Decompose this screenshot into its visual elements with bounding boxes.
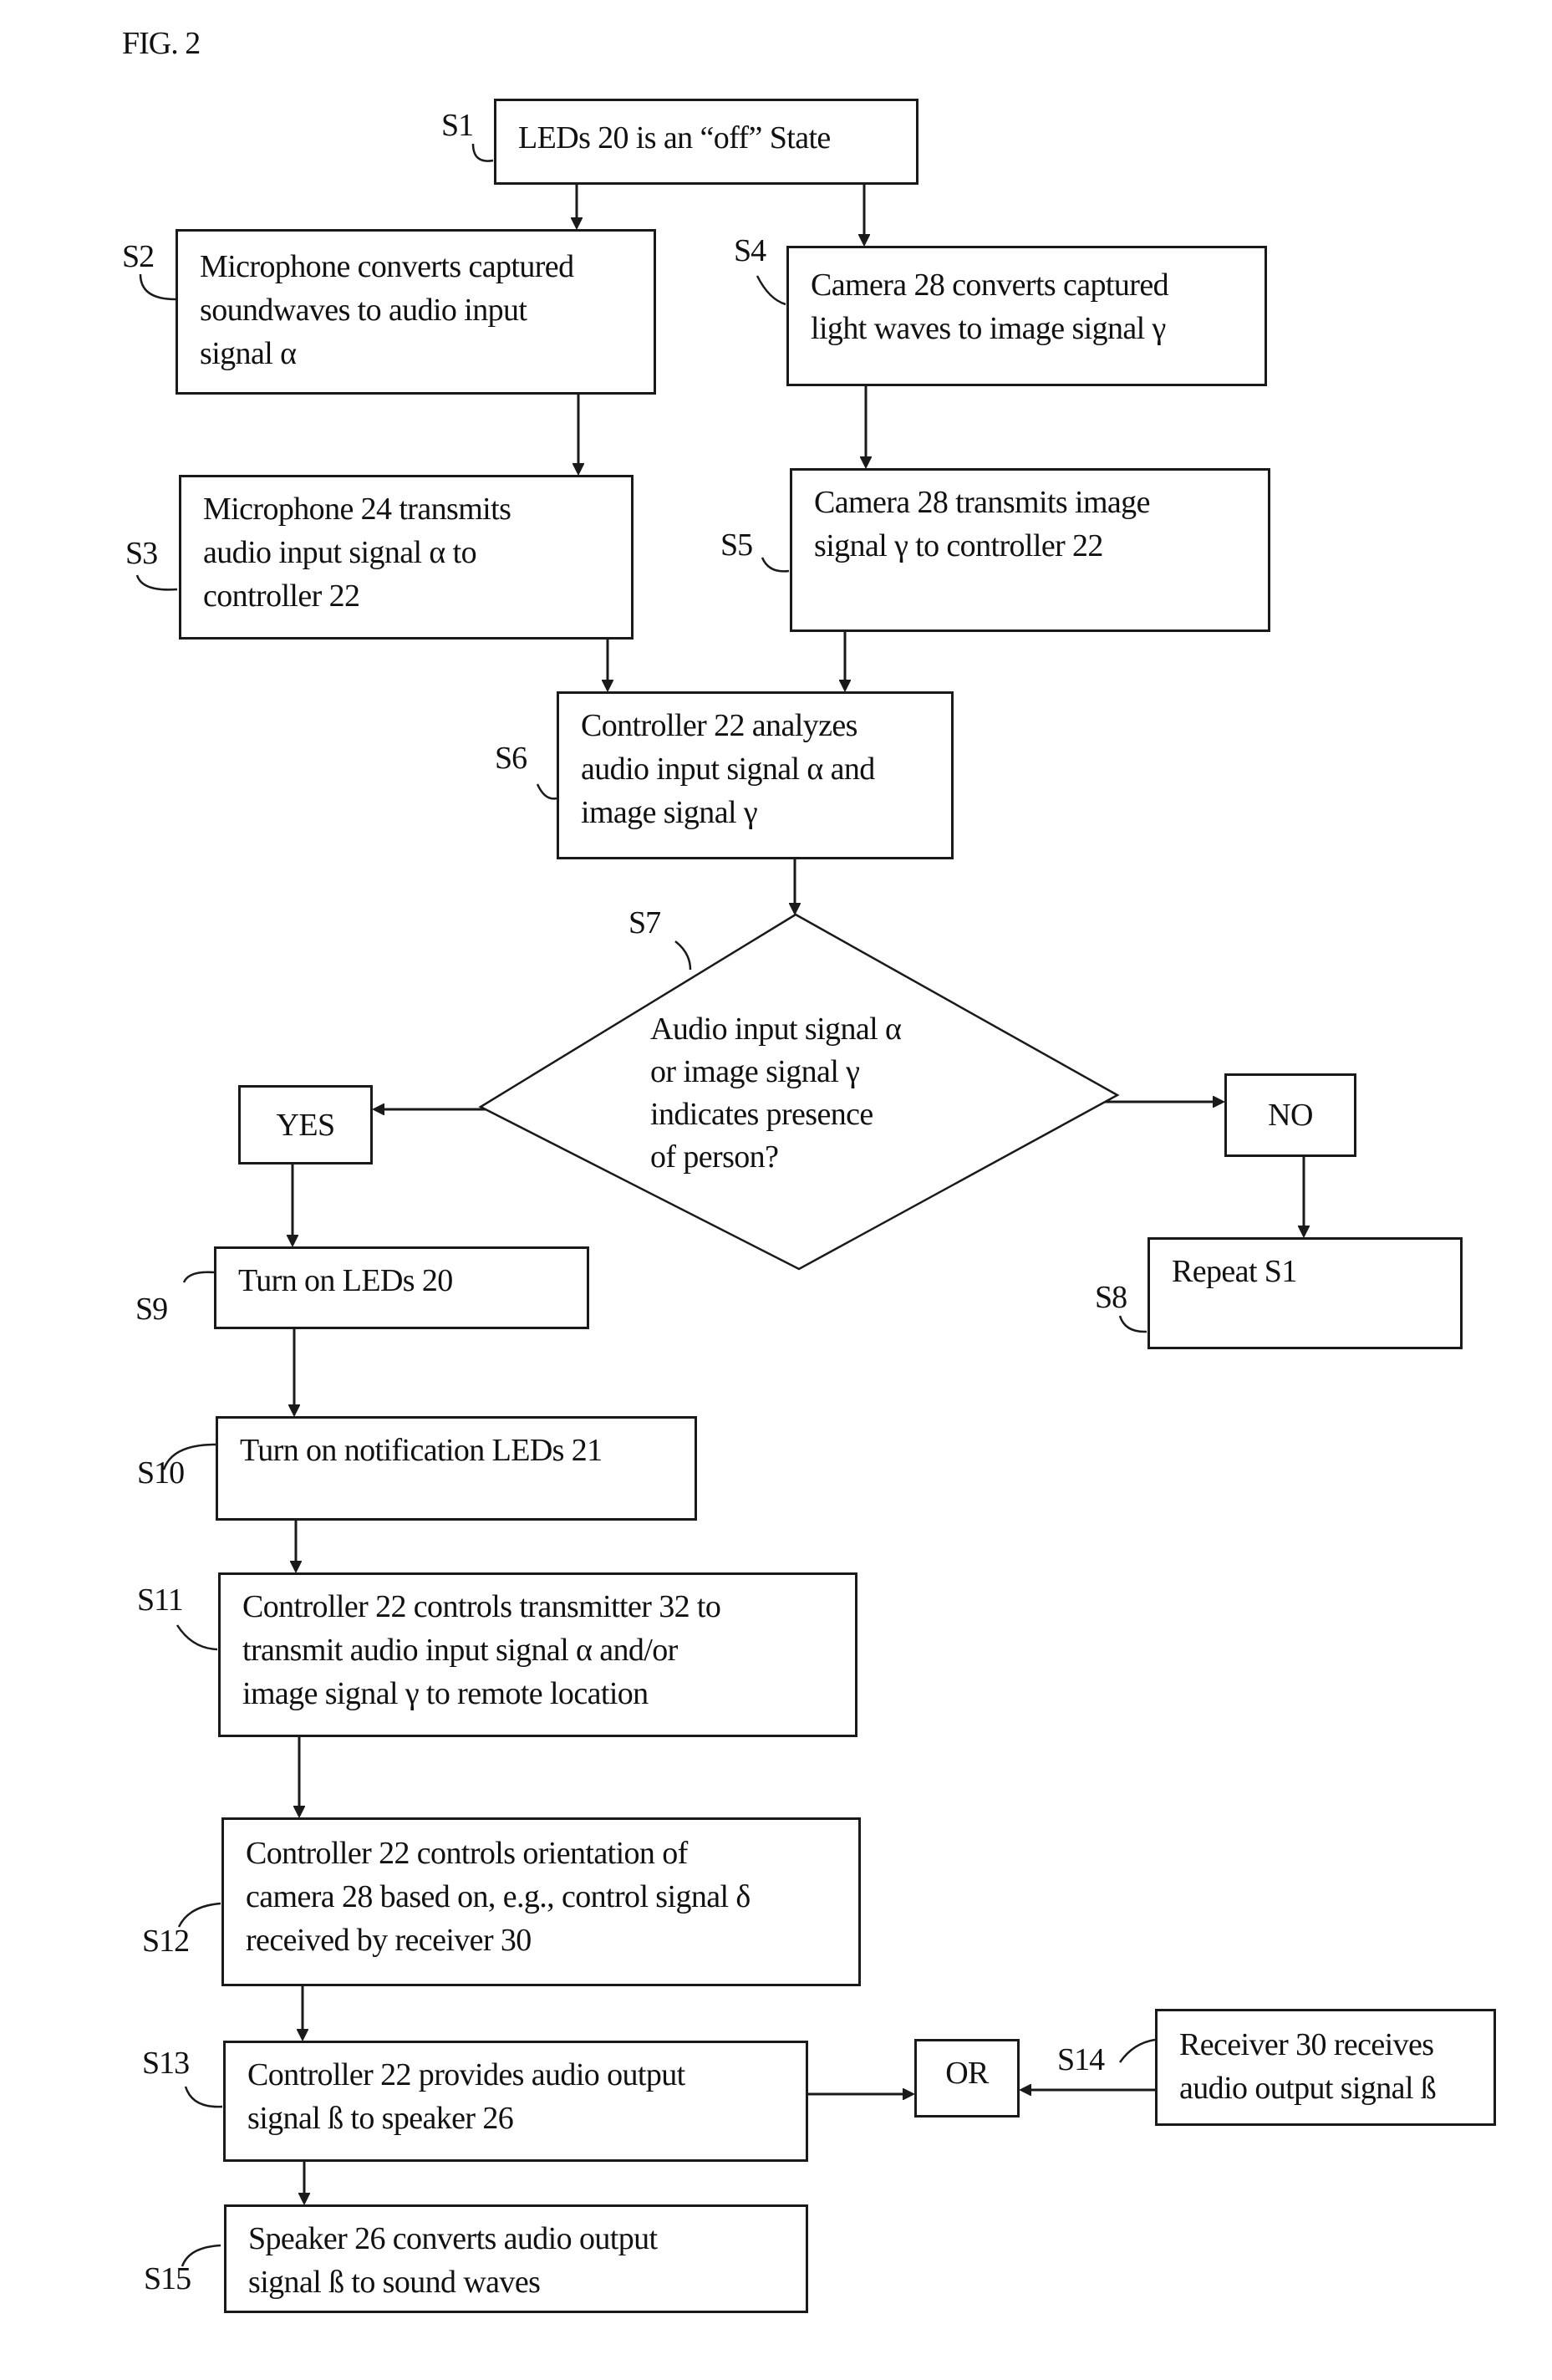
flowchart-diagram: FIG. 2 LEDs 20 is an “off” State S1 Micr… [0, 0, 1552, 2380]
step-label-s3: S3 [125, 536, 158, 571]
step-label-s8: S8 [1095, 1280, 1127, 1315]
step-label-s4: S4 [734, 233, 766, 268]
leader-s4 [756, 275, 786, 306]
leader-s7 [674, 940, 692, 971]
step-text-s9: Turn on LEDs 20 [238, 1263, 453, 1298]
leader-s3 [135, 574, 178, 591]
step-label-s1: S1 [441, 108, 474, 143]
no-branch-box: NO [1224, 1073, 1356, 1157]
leader-s8 [1118, 1315, 1147, 1333]
yes-branch-box: YES [238, 1085, 373, 1165]
step-text-s14: Receiver 30 receives audio output signal… [1179, 2027, 1437, 2106]
step-text-s4: Camera 28 converts captured light waves … [811, 268, 1169, 346]
step-box-s14: Receiver 30 receives audio output signal… [1155, 2009, 1496, 2126]
leader-s5 [761, 557, 790, 573]
step-label-s7: S7 [628, 905, 661, 940]
step-text-s5: Camera 28 transmits image signal γ to co… [814, 485, 1150, 563]
step-text-s2: Microphone converts captured soundwaves … [200, 249, 574, 371]
step-label-s12: S12 [142, 1924, 190, 1959]
step-box-s11: Controller 22 controls transmitter 32 to… [218, 1572, 857, 1737]
step-label-s11: S11 [137, 1582, 184, 1618]
leader-s2 [139, 273, 176, 301]
step-text-s10: Turn on notification LEDs 21 [240, 1433, 603, 1468]
step-box-s6: Controller 22 analyzes audio input signa… [557, 691, 954, 859]
step-box-s2: Microphone converts captured soundwaves … [176, 229, 656, 395]
step-text-s11: Controller 22 controls transmitter 32 to… [242, 1589, 721, 1711]
step-label-s14: S14 [1057, 2042, 1105, 2077]
yes-branch-label: YES [276, 1107, 336, 1143]
step-label-s15: S15 [144, 2261, 191, 2296]
step-text-s6: Controller 22 analyzes audio input signa… [581, 708, 875, 830]
step-box-s9: Turn on LEDs 20 [214, 1246, 589, 1329]
or-junction-box: OR [914, 2039, 1020, 2118]
step-label-s6: S6 [495, 741, 527, 776]
step-box-s10: Turn on notification LEDs 21 [216, 1416, 697, 1521]
step-text-s13: Controller 22 provides audio output sign… [247, 2057, 685, 2136]
step-text-s1: LEDs 20 is an “off” State [518, 120, 831, 155]
leader-s6 [536, 783, 557, 800]
step-box-s13: Controller 22 provides audio output sign… [223, 2041, 808, 2162]
step-text-s15: Speaker 26 converts audio output signal … [248, 2221, 658, 2300]
leader-s13 [184, 2086, 223, 2108]
step-box-s15: Speaker 26 converts audio output signal … [224, 2204, 808, 2313]
step-box-s1: LEDs 20 is an “off” State [494, 99, 918, 185]
leader-s11 [176, 1624, 218, 1651]
step-box-s3: Microphone 24 transmits audio input sign… [179, 475, 634, 640]
step-box-s12: Controller 22 controls orientation of ca… [221, 1817, 861, 1986]
figure-title: FIG. 2 [122, 26, 201, 61]
decision-text-s7: Audio input signal α or image signal γ i… [650, 1012, 902, 1175]
step-label-s2: S2 [122, 239, 155, 274]
step-text-s8: Repeat S1 [1172, 1254, 1297, 1289]
step-text-s12: Controller 22 controls orientation of ca… [246, 1836, 751, 1958]
leader-s14 [1118, 2038, 1156, 2063]
step-label-s13: S13 [142, 2046, 190, 2081]
no-branch-label: NO [1268, 1098, 1313, 1133]
step-box-s5: Camera 28 transmits image signal γ to co… [790, 468, 1270, 632]
or-junction-label: OR [945, 2055, 989, 2091]
leader-s9 [182, 1271, 215, 1283]
step-label-s10: S10 [137, 1455, 185, 1491]
step-box-s8: Repeat S1 [1147, 1237, 1463, 1349]
leader-s1 [471, 143, 494, 162]
step-text-s3: Microphone 24 transmits audio input sign… [203, 492, 511, 614]
step-label-s9: S9 [135, 1292, 168, 1327]
step-label-s5: S5 [720, 527, 753, 563]
step-box-s4: Camera 28 converts captured light waves … [786, 246, 1267, 386]
